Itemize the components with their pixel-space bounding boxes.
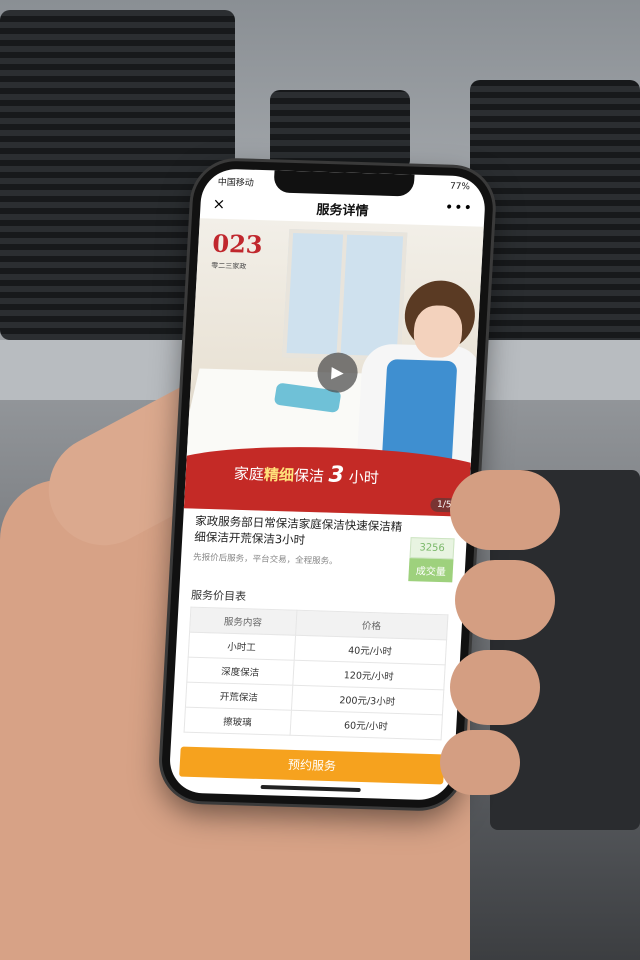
- battery-label: 77%: [449, 181, 471, 193]
- book-service-button[interactable]: 预约服务: [179, 746, 445, 785]
- sales-count: 3256: [409, 537, 455, 560]
- slogan-part1: 家庭: [233, 464, 265, 484]
- brand-logo-subtitle: 零二三家政: [211, 261, 247, 271]
- hand-finger-ring: [450, 650, 540, 725]
- table-cell-item: 擦玻璃: [184, 707, 291, 736]
- slogan-part3: 保洁: [293, 466, 325, 486]
- service-title: 家政服务部日常保洁家庭保洁快速保洁精细保洁开荒保洁3小时: [193, 513, 403, 547]
- brand-logo: 023: [211, 228, 264, 260]
- home-indicator: [260, 785, 361, 792]
- carrier-label: 中国移动: [217, 177, 255, 189]
- hand-finger-index: [450, 470, 560, 550]
- banner-window-image: [282, 228, 408, 361]
- phone-screen: 中国移动 77% × 服务详情 ••• 023 零二三家政 ▶ 家庭精细保洁 3…: [168, 168, 487, 801]
- sales-badge: 3256 成交量: [408, 537, 455, 583]
- background-vent-middle: [270, 90, 410, 170]
- column-header-item: 服务内容: [189, 607, 297, 636]
- background-vent-right: [470, 80, 640, 380]
- banner-slogan: 家庭精细保洁 3 小时: [233, 460, 379, 489]
- table-cell-item: 开荒保洁: [185, 682, 293, 711]
- sales-label: 成交量: [408, 558, 454, 583]
- price-table: 服务内容 价格 小时工 40元/小时 深度保洁 120元/小时 开荒保洁 200…: [184, 607, 449, 741]
- phone-notch: [273, 170, 415, 197]
- hand-finger-middle: [455, 560, 555, 640]
- table-cell-item: 小时工: [188, 632, 296, 661]
- table-cell-price: 60元/小时: [289, 710, 443, 740]
- table-cell-item: 深度保洁: [186, 657, 294, 686]
- service-info: 家政服务部日常保洁家庭保洁快速保洁精细保洁开荒保洁3小时 先报价后服务，平台交易…: [180, 508, 468, 589]
- slogan-hours-unit: 小时: [348, 468, 380, 488]
- banner-carousel[interactable]: 023 零二三家政 ▶ 家庭精细保洁 3 小时 1/5: [183, 218, 484, 517]
- service-subtitle: 先报价后服务，平台交易，全程服务。: [192, 552, 338, 567]
- price-list-heading: 服务价目表: [190, 588, 247, 604]
- slogan-part2: 精细: [263, 465, 295, 485]
- hand-finger-little: [440, 730, 520, 795]
- slogan-hours-number: 3: [328, 462, 345, 488]
- more-icon[interactable]: •••: [445, 200, 474, 217]
- phone: 中国移动 77% × 服务详情 ••• 023 零二三家政 ▶ 家庭精细保洁 3…: [159, 160, 496, 809]
